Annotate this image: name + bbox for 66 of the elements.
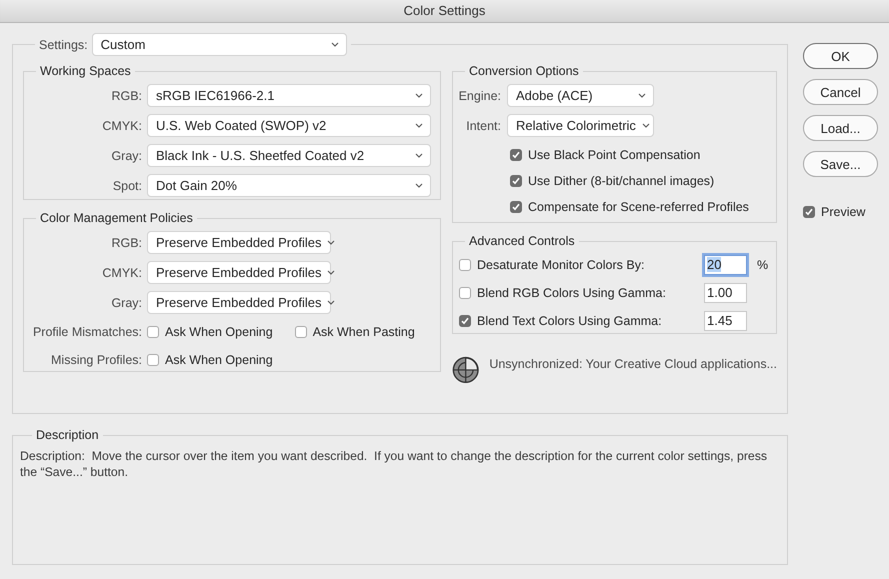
- crosshair-icon: [452, 354, 480, 385]
- field-label: Missing Profiles:: [50, 352, 142, 366]
- field-label: Profile Mismatches:: [32, 324, 142, 338]
- field-label: Gray:: [110, 148, 142, 162]
- caret-icon: [327, 270, 336, 275]
- checkbox[interactable]: [459, 287, 471, 299]
- checkbox[interactable]: [294, 326, 307, 338]
- dialog-button[interactable]: Load...: [803, 115, 878, 141]
- group-title: Description: [35, 428, 100, 442]
- dropdown[interactable]: Relative Colorimetric: [507, 114, 654, 137]
- checkbox-label: Compensate for Scene-referred Profiles: [528, 200, 749, 214]
- checkbox-label: Ask When Opening: [165, 324, 273, 338]
- dialog-button[interactable]: Cancel: [803, 79, 878, 105]
- checkbox[interactable]: [510, 175, 522, 187]
- dropdown[interactable]: Custom: [92, 33, 347, 56]
- field-label: CMYK:: [101, 266, 142, 280]
- group-title: Advanced Controls: [468, 234, 576, 248]
- group-title: Conversion Options: [468, 64, 580, 78]
- checkbox-label: Use Dither (8-bit/channel images): [528, 174, 714, 188]
- caret-icon: [415, 183, 423, 188]
- checkbox-label: Ask When Pasting: [312, 324, 415, 338]
- checkbox[interactable]: [459, 315, 471, 327]
- dropdown[interactable]: Black Ink - U.S. Sheetfed Coated v2: [147, 144, 431, 167]
- dialog-button[interactable]: Save...: [803, 151, 878, 177]
- input-field[interactable]: 1.45: [704, 311, 747, 331]
- caret-icon: [415, 93, 423, 98]
- field-label: RGB:: [110, 236, 142, 250]
- checkbox[interactable]: [147, 354, 159, 366]
- checkbox[interactable]: [459, 259, 471, 271]
- field-label: Gray:: [110, 296, 142, 310]
- dropdown[interactable]: Dot Gain 20%: [147, 174, 431, 197]
- description-text: Description: Move the cursor over the item you want described. If you want to change the description for the current color settings, press the “Save...” button.: [20, 448, 768, 480]
- caret-icon: [327, 240, 336, 245]
- checkbox[interactable]: [510, 201, 522, 213]
- checkbox-label: Desaturate Monitor Colors By:: [477, 258, 644, 272]
- group-title: Color Management Policies: [39, 211, 194, 225]
- group-title: Working Spaces: [39, 64, 132, 78]
- window-title: Color Settings: [0, 0, 889, 23]
- field-label: CMYK:: [101, 118, 142, 132]
- checkbox-label: Preview: [821, 205, 866, 219]
- dropdown[interactable]: sRGB IEC61966-2.1: [147, 84, 431, 107]
- caret-icon: [415, 123, 423, 128]
- checkbox-label: Blend Text Colors Using Gamma:: [477, 314, 662, 328]
- sync-status: Unsynchronized: Your Creative Cloud applications...: [489, 357, 777, 371]
- checkbox-label: Ask When Opening: [165, 352, 273, 366]
- checkbox[interactable]: [147, 326, 159, 338]
- field-label: RGB:: [110, 88, 142, 102]
- dropdown[interactable]: U.S. Web Coated (SWOP) v2: [147, 114, 431, 137]
- dialog-button[interactable]: OK: [803, 43, 878, 69]
- checkbox-label: Blend RGB Colors Using Gamma:: [477, 286, 666, 300]
- checkbox-label: Use Black Point Compensation: [528, 148, 700, 162]
- input-field[interactable]: 20: [704, 255, 747, 275]
- settings-label: Settings:: [39, 38, 88, 52]
- input-field[interactable]: 1.00: [704, 283, 747, 303]
- caret-icon: [330, 42, 339, 47]
- unit-label: %: [757, 258, 768, 272]
- field-label: Intent:: [465, 118, 501, 132]
- caret-icon: [638, 93, 646, 98]
- caret-icon: [327, 300, 336, 305]
- checkbox[interactable]: [803, 206, 815, 218]
- field-label: Engine:: [458, 88, 501, 102]
- dropdown[interactable]: Adobe (ACE): [507, 84, 654, 107]
- caret-icon: [415, 153, 423, 158]
- field-label: Spot:: [112, 178, 142, 192]
- caret-icon: [642, 123, 650, 128]
- checkbox[interactable]: [510, 149, 522, 161]
